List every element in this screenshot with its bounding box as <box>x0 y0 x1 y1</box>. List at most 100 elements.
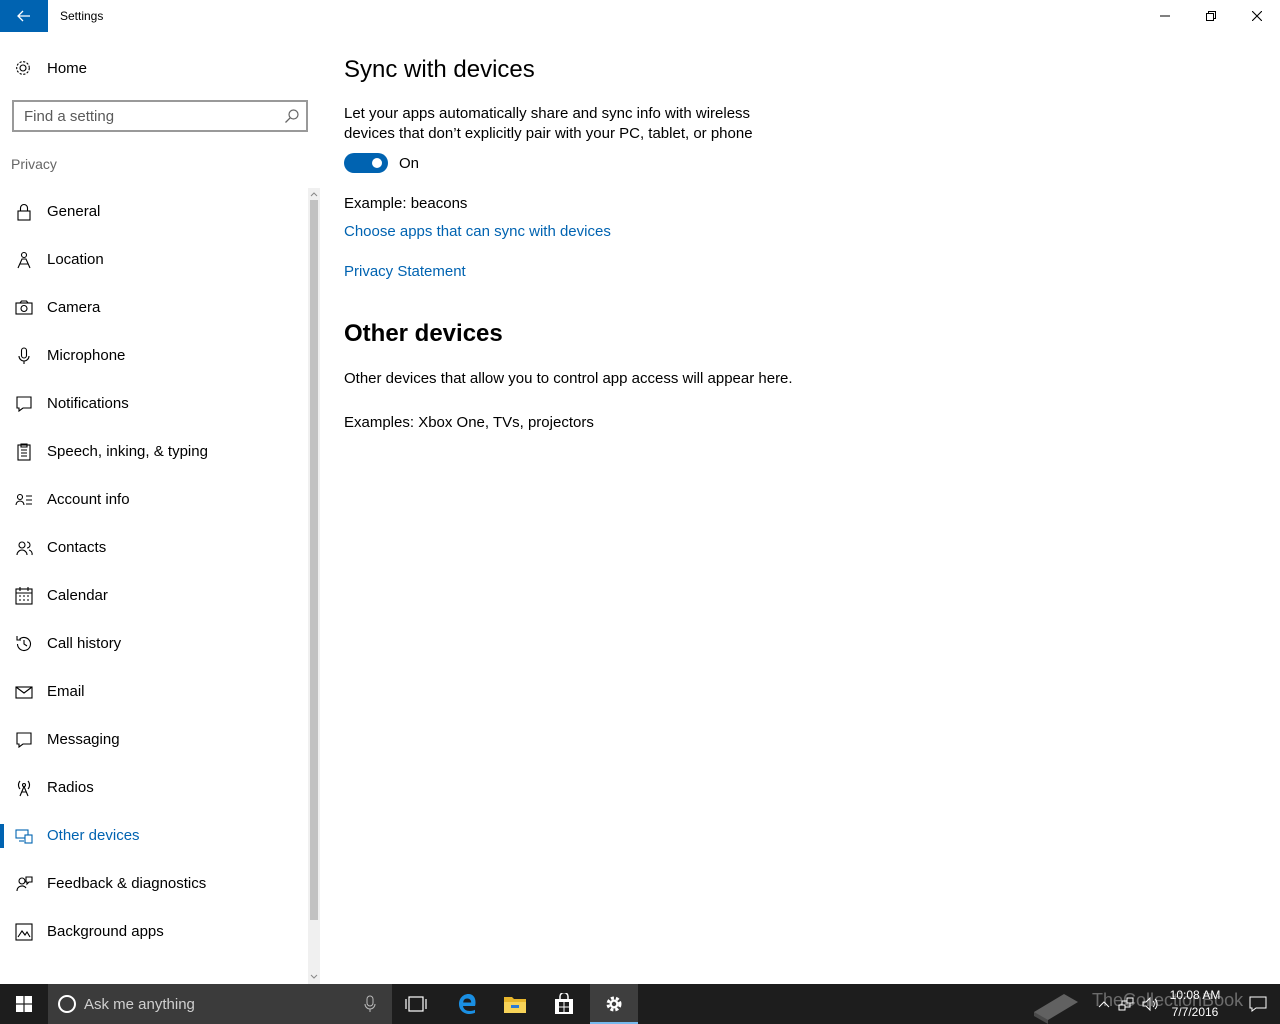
sidebar-item-email[interactable]: Email <box>0 668 308 716</box>
search-icon[interactable] <box>284 108 300 124</box>
sidebar-item-feedback-diagnostics[interactable]: Feedback & diagnostics <box>0 860 308 908</box>
other-devices-example: Examples: Xbox One, TVs, projectors <box>344 414 594 431</box>
sidebar-item-calendar[interactable]: Calendar <box>0 572 308 620</box>
close-button[interactable] <box>1234 0 1280 32</box>
sidebar-item-label: Camera <box>47 299 101 316</box>
arrow-left-icon <box>17 10 30 22</box>
sidebar-item-microphone[interactable]: Microphone <box>0 332 308 380</box>
location-person-icon <box>17 251 31 269</box>
taskbar-search[interactable]: Ask me anything <box>48 984 392 1024</box>
sidebar-item-messaging[interactable]: Messaging <box>0 716 308 764</box>
sidebar-item-label: Speech, inking, & typing <box>47 443 208 460</box>
microphone-icon[interactable] <box>364 995 376 1013</box>
sidebar-item-other-devices[interactable]: Other devices <box>0 812 308 860</box>
sidebar-home-label: Home <box>47 59 88 77</box>
history-icon <box>16 636 32 652</box>
sync-toggle[interactable] <box>344 153 388 173</box>
task-view-icon <box>405 996 427 1012</box>
sidebar-item-label: Messaging <box>47 731 120 748</box>
network-tray-button[interactable] <box>1116 984 1136 1024</box>
search-box[interactable] <box>12 100 308 132</box>
lock-icon <box>17 203 31 221</box>
message-icon <box>16 732 32 749</box>
page-title: Sync with devices <box>344 56 535 83</box>
cortana-icon <box>58 995 76 1013</box>
chevron-up-icon <box>1098 1001 1110 1008</box>
sidebar-item-radios[interactable]: Radios <box>0 764 308 812</box>
feedback-icon <box>16 876 33 892</box>
volume-tray-button[interactable] <box>1140 984 1162 1024</box>
sidebar-item-label: General <box>47 203 101 220</box>
taskbar: Ask me anything TheCollectionBook 10:08 … <box>0 984 1280 1024</box>
restore-icon <box>1206 11 1216 21</box>
store-button[interactable] <box>540 984 588 1024</box>
sidebar-item-label: Contacts <box>47 539 107 556</box>
sidebar-item-notifications[interactable]: Notifications <box>0 380 308 428</box>
minimize-icon <box>1160 15 1170 17</box>
back-button[interactable] <box>0 0 48 32</box>
sidebar-item-label: Other devices <box>47 827 140 844</box>
taskbar-search-placeholder: Ask me anything <box>84 996 195 1013</box>
sidebar-item-account-info[interactable]: Account info <box>0 476 308 524</box>
account-info-icon <box>15 493 32 506</box>
task-view-button[interactable] <box>392 984 440 1024</box>
action-center-button[interactable] <box>1236 984 1280 1024</box>
gear-icon <box>16 61 30 75</box>
toggle-state-label: On <box>399 155 420 172</box>
store-icon <box>555 993 573 1014</box>
toggle-knob <box>372 158 382 168</box>
sync-description: Let your apps automatically share and sy… <box>344 105 753 142</box>
mail-icon <box>15 686 33 699</box>
other-devices-description: Other devices that allow you to control … <box>344 370 793 387</box>
clipboard-icon <box>17 443 31 461</box>
calendar-icon <box>15 587 33 605</box>
sidebar-item-location[interactable]: Location <box>0 236 308 284</box>
book-watermark-icon <box>1034 994 1078 1024</box>
sidebar-item-label: Background apps <box>47 923 164 940</box>
show-hidden-icons-button[interactable] <box>1094 984 1114 1024</box>
background-apps-icon <box>15 923 33 941</box>
sidebar-item-speech-inking-typing[interactable]: Speech, inking, & typing <box>0 428 308 476</box>
volume-icon <box>1142 996 1158 1012</box>
contacts-icon <box>16 541 33 556</box>
sidebar-item-label: Email <box>47 683 85 700</box>
sidebar-item-label: Notifications <box>47 395 129 412</box>
title-bar: Settings <box>0 0 1280 32</box>
sidebar-item-general[interactable]: General <box>0 188 308 236</box>
chevron-down-icon[interactable] <box>309 972 319 982</box>
sidebar-item-call-history[interactable]: Call history <box>0 620 308 668</box>
chevron-up-icon[interactable] <box>309 189 319 199</box>
app-title: Settings <box>60 9 104 23</box>
restore-button[interactable] <box>1188 0 1234 32</box>
sidebar-item-contacts[interactable]: Contacts <box>0 524 308 572</box>
file-explorer-button[interactable] <box>491 984 539 1024</box>
choose-apps-link[interactable]: Choose apps that can sync with devices <box>344 223 611 240</box>
section-label-privacy: Privacy <box>11 156 57 172</box>
selection-indicator <box>0 824 4 848</box>
sidebar-home[interactable]: Home <box>0 52 320 84</box>
sidebar-item-camera[interactable]: Camera <box>0 284 308 332</box>
settings-taskbar-button[interactable] <box>590 984 638 1024</box>
edge-icon <box>459 994 476 1014</box>
sidebar-item-background-apps[interactable]: Background apps <box>0 908 308 956</box>
sidebar-item-label: Radios <box>47 779 94 796</box>
notification-icon <box>16 396 32 413</box>
privacy-statement-link[interactable]: Privacy Statement <box>344 263 466 280</box>
clock-time[interactable]: 10:08 AM <box>1160 988 1230 1002</box>
sidebar-item-label: Feedback & diagnostics <box>47 875 207 892</box>
edge-button[interactable] <box>443 984 491 1024</box>
clock-date[interactable]: 7/7/2016 <box>1160 1005 1230 1019</box>
sidebar-item-label: Location <box>47 251 104 268</box>
minimize-button[interactable] <box>1142 0 1188 32</box>
radio-tower-icon <box>17 780 31 797</box>
notification-icon <box>1249 996 1267 1012</box>
sidebar-nav: General Location Camera Microphone Notif… <box>0 188 308 984</box>
search-input[interactable] <box>24 106 274 126</box>
sidebar-item-label: Account info <box>47 491 130 508</box>
sidebar-item-label: Calendar <box>47 587 108 604</box>
scrollbar-thumb[interactable] <box>310 200 318 920</box>
devices-icon <box>15 829 33 844</box>
start-button[interactable] <box>0 984 48 1024</box>
gear-icon <box>606 996 622 1012</box>
folder-icon <box>504 997 526 1013</box>
